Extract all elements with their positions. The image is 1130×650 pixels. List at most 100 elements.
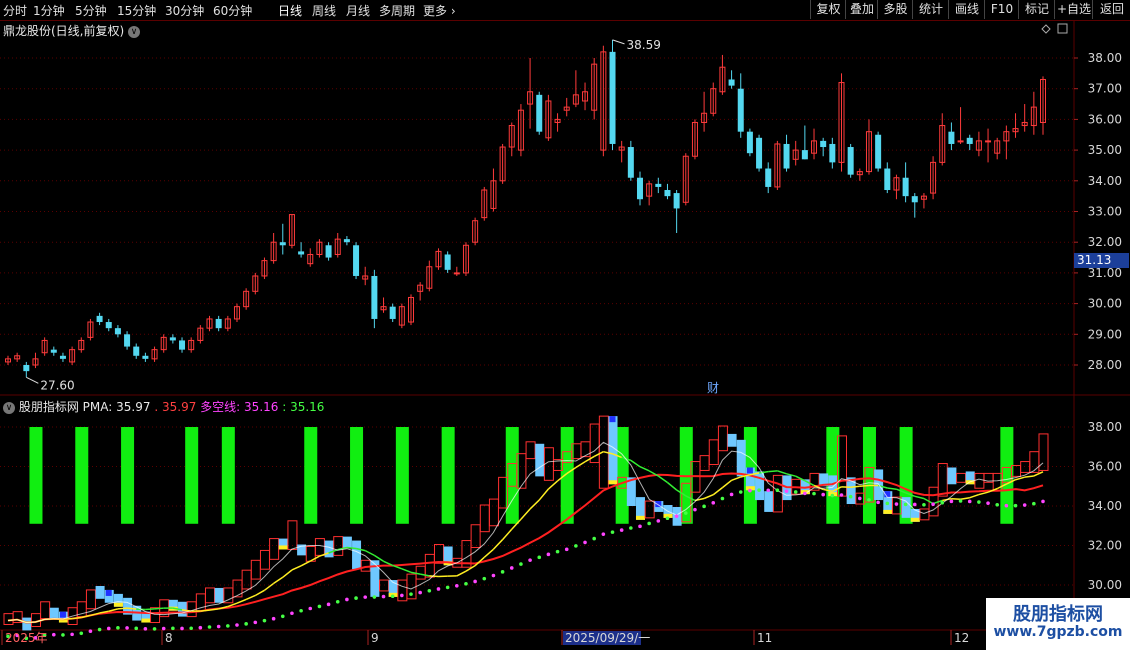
duokong-dot xyxy=(519,562,523,566)
chevron-down-icon[interactable]: ∨ xyxy=(128,25,141,38)
candle-body-down xyxy=(728,79,735,86)
high-marker-line xyxy=(612,39,625,45)
toolbar-button-8[interactable]: 返回 xyxy=(1092,0,1130,19)
candle-body-down xyxy=(737,88,744,132)
stair-box-yellow xyxy=(141,618,151,623)
duokong-dot xyxy=(711,501,716,505)
period-tab-3[interactable]: 15分钟 xyxy=(117,2,156,19)
duokong-dot xyxy=(381,594,386,599)
toolbar-button-1[interactable]: 叠加 xyxy=(845,0,878,19)
trend-line-seg xyxy=(639,466,650,472)
toolbar-button-5[interactable]: F10 xyxy=(984,0,1019,19)
trend-line-seg xyxy=(666,481,678,491)
watermark-line2: www.7gpzb.com xyxy=(993,624,1123,640)
duokong-dot xyxy=(894,502,899,506)
candle-body-down xyxy=(875,134,882,169)
trend-line-seg xyxy=(951,497,961,501)
period-tab-5[interactable]: 60分钟 xyxy=(213,2,252,19)
stair-box-blue xyxy=(746,467,753,474)
stair-box-yellow xyxy=(608,480,618,485)
stair-box-blue xyxy=(609,416,616,423)
duokong-dot xyxy=(848,494,853,499)
toolbar-button-2[interactable]: 多股 xyxy=(877,0,913,19)
period-tab-2[interactable]: 5分钟 xyxy=(75,2,107,19)
candle-body-down xyxy=(179,340,186,350)
duokong-dot xyxy=(610,530,615,534)
signal-bar xyxy=(121,427,135,524)
stair-box-yellow xyxy=(278,545,288,550)
trend-line-seg xyxy=(492,539,504,550)
duokong-dot xyxy=(445,585,450,590)
stair-box-up xyxy=(919,508,930,521)
trend-line-seg xyxy=(264,582,275,591)
x-axis-label: 9 xyxy=(371,631,379,645)
candle-body-down xyxy=(169,337,176,341)
stair-box-up xyxy=(1029,451,1040,473)
period-tab-9[interactable]: 多周期 xyxy=(379,2,415,19)
stair-box-down xyxy=(764,491,774,512)
candle-body-down xyxy=(765,168,772,187)
financial-report-marker: 财 xyxy=(707,381,719,395)
period-tab-0[interactable]: 分时 xyxy=(3,2,27,19)
maximize-icon xyxy=(1057,23,1068,34)
x-axis-label: 11 xyxy=(757,631,772,645)
duokong-dot xyxy=(345,597,349,602)
chevron-down-icon[interactable]: ∨ xyxy=(3,401,15,414)
trend-line-seg xyxy=(657,475,668,484)
duokong-dot xyxy=(134,626,139,631)
toolbar-button-3[interactable]: 统计 xyxy=(912,0,949,19)
duokong-dot xyxy=(638,524,642,529)
stair-box-down xyxy=(342,536,352,548)
signal-bar xyxy=(75,427,89,524)
duokong-dot xyxy=(280,614,285,619)
duokong-dot xyxy=(51,632,56,637)
duokong-dot xyxy=(647,521,651,526)
stair-box-up xyxy=(479,504,490,533)
trend-line-seg xyxy=(291,565,302,571)
duokong-dot xyxy=(482,576,487,581)
candle-body-down xyxy=(636,177,643,200)
duokong-dot xyxy=(629,526,633,530)
stock-title[interactable]: 鼎龙股份(日线,前复权) ∨ xyxy=(3,22,141,39)
trend-line-seg xyxy=(859,484,870,487)
duokong-dot xyxy=(143,627,148,631)
duokong-dot xyxy=(235,623,239,627)
duokong-label: 多空线: xyxy=(200,400,241,414)
trend-line-seg xyxy=(108,608,119,612)
duokong-dot xyxy=(335,599,340,604)
duokong-dot xyxy=(793,490,798,494)
trend-line-seg xyxy=(126,607,137,610)
trend-line-seg xyxy=(300,560,311,567)
main-y-tick-label: 33.00 xyxy=(1088,205,1122,219)
duokong-dot xyxy=(656,519,661,523)
period-tab-4[interactable]: 30分钟 xyxy=(165,2,204,19)
stair-box-blue xyxy=(59,611,66,618)
trend-line-seg xyxy=(1024,475,1034,478)
period-tab-7[interactable]: 周线 xyxy=(312,2,336,19)
ind-y-tick-label: 30.00 xyxy=(1088,578,1122,592)
pma-label: PMA: xyxy=(82,400,113,414)
duokong-dot xyxy=(1032,501,1036,506)
period-tab-1[interactable]: 1分钟 xyxy=(33,2,65,19)
kline-chart[interactable]: 38.00 37.00 36.00 35.00 34.00 33.00 32.00 31.00… xyxy=(0,0,1130,650)
toolbar-button-0[interactable]: 复权 xyxy=(810,0,846,19)
toolbar-button-7[interactable]: +自选 xyxy=(1054,0,1093,19)
toolbar-button-6[interactable]: 标记 xyxy=(1018,0,1055,19)
duokong-value: 35.16 xyxy=(244,400,279,414)
signal-bar xyxy=(395,427,409,524)
stair-box-up xyxy=(772,474,783,513)
period-tab-6[interactable]: 日线 xyxy=(278,2,302,19)
toolbar-button-4[interactable]: 画线 xyxy=(948,0,985,19)
duokong-dot xyxy=(601,532,606,536)
period-tab-10[interactable]: 更多 › xyxy=(423,2,456,19)
duokong-dot xyxy=(491,573,496,578)
duokong-dot xyxy=(555,549,560,554)
candle-body-down xyxy=(371,275,378,319)
trend-line-seg xyxy=(273,576,284,585)
stair-box-yellow xyxy=(883,509,893,514)
duokong-dot xyxy=(500,570,505,574)
trend-line-seg xyxy=(538,488,549,501)
indicator-title[interactable]: ∨ 股朋指标网 PMA: 35.97 . 35.97 多空线: 35.16 : … xyxy=(3,398,324,415)
stair-box-down xyxy=(214,587,224,603)
period-tab-8[interactable]: 月线 xyxy=(346,2,370,19)
